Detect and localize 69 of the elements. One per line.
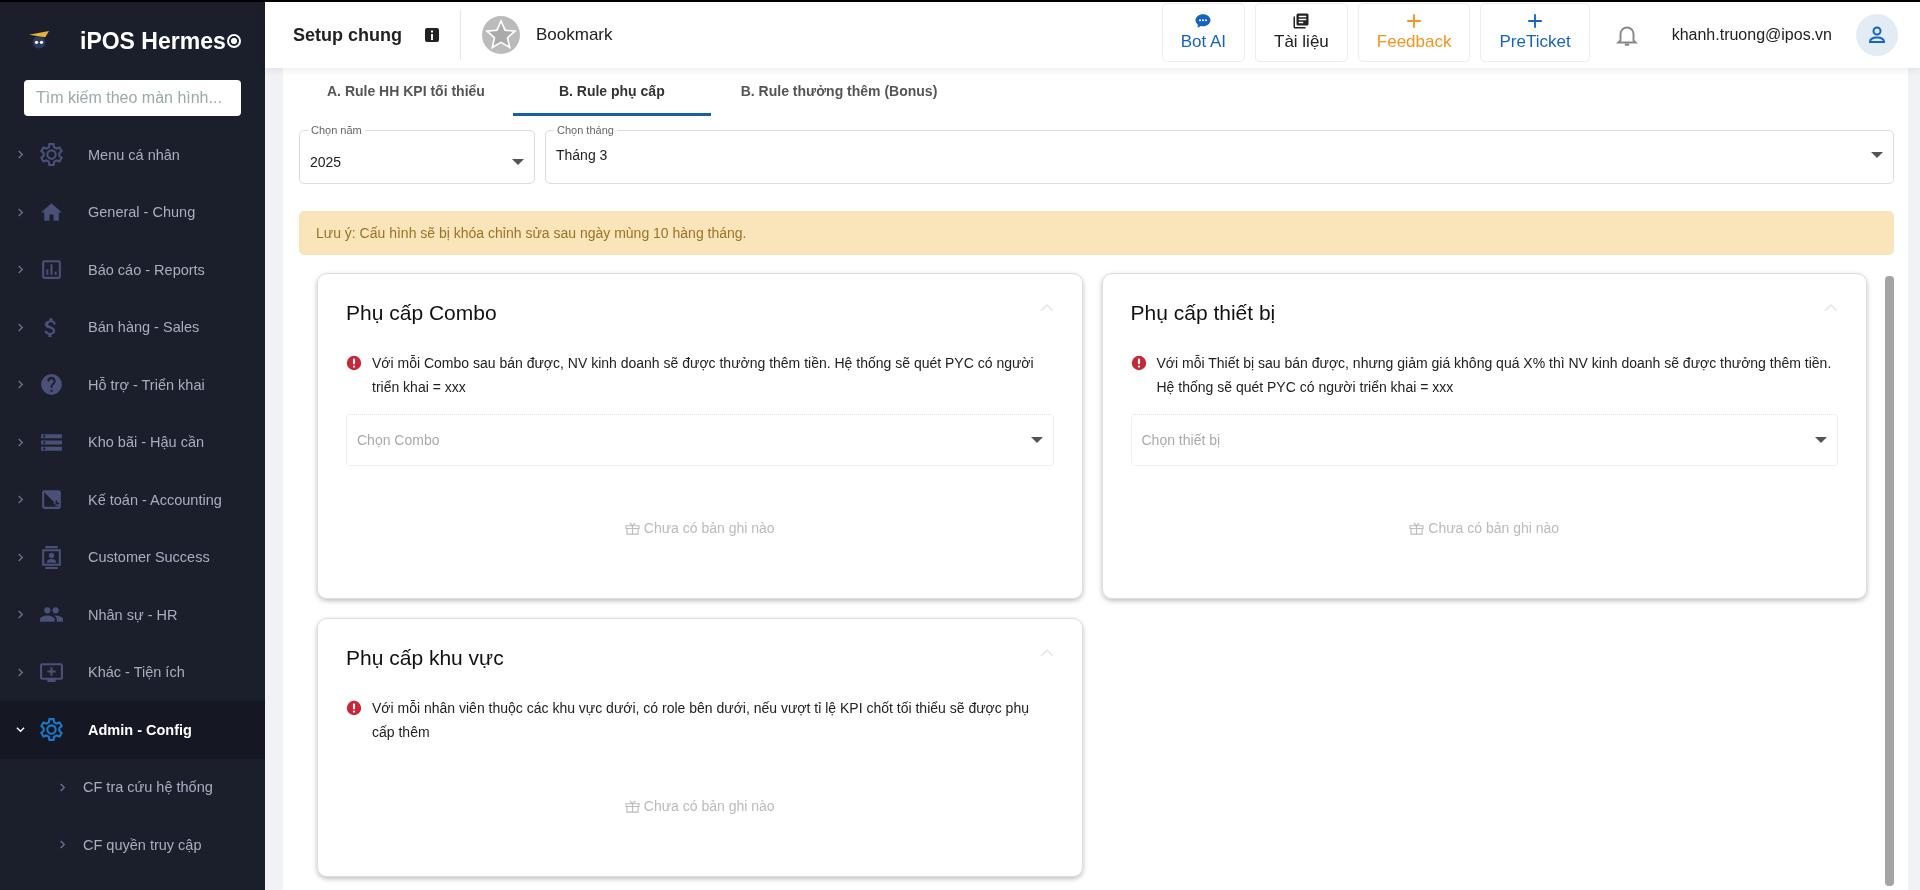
sidebar-item[interactable]: General - Chung <box>0 183 265 241</box>
toolbar-button[interactable]: Bot AI <box>1161 2 1245 62</box>
alert-icon <box>346 355 362 371</box>
gear-icon <box>39 717 64 743</box>
plus-icon <box>1526 12 1545 30</box>
collapse-chevron-icon <box>1039 649 1054 657</box>
alert-icon <box>1130 355 1147 371</box>
radio-icon[interactable] <box>227 34 241 48</box>
box-icon <box>1409 521 1425 535</box>
notice-banner: Lưu ý: Cấu hình sẽ bị khóa chỉnh sửa sau ngày mùng 10 hàng tháng. <box>299 211 1894 255</box>
sidebar-item[interactable]: Admin - Config <box>0 701 265 759</box>
page-title: Setup chung <box>293 24 402 46</box>
empty-message: Chưa có bản ghi nào <box>1428 520 1560 536</box>
chevron-right-icon <box>16 380 25 390</box>
tab[interactable]: B. Rule thưởng thêm (Bonus) <box>710 68 968 116</box>
tab[interactable]: A. Rule HH KPI tối thiểu <box>299 68 513 116</box>
sidebar-item[interactable]: Khác - Tiện ích <box>0 643 265 701</box>
card-title: Phụ cấp Combo <box>346 300 497 325</box>
contact-card-icon <box>39 544 64 570</box>
sidebar-item[interactable]: Kế toán - Accounting <box>0 471 265 529</box>
empty-message: Chưa có bản ghi nào <box>643 520 775 536</box>
plus-icon <box>1405 12 1424 30</box>
bookmark-label: Bookmark <box>536 25 613 45</box>
chevron-right-icon <box>16 322 25 332</box>
toolbar-button[interactable]: Tài liệu <box>1255 2 1348 62</box>
sidebar-subitem[interactable]: CF tra cứu hệ thống <box>0 758 265 816</box>
chevron-right-icon <box>58 840 67 850</box>
chevron-right-icon <box>16 207 25 217</box>
chat-icon <box>1194 12 1213 30</box>
note-text: Với mỗi nhân viên thuộc các khu vực dưới, có role bên dưới, nếu vượt tỉ lệ KPI chốt tối thiểu sẽ được phụ cấp thêm <box>372 699 1030 742</box>
chevron-right-icon <box>16 437 25 447</box>
chevron-right-icon <box>16 667 25 677</box>
collapse-chevron-icon <box>1039 304 1054 312</box>
note-text: Với mỗi Combo sau bán được, NV kinh doanh sẽ được thưởng thêm tiền. Hệ thống sẽ quét PYC có người triển khai = xxx <box>372 354 1035 397</box>
app-name: iPOS Hermes <box>80 27 227 55</box>
chevron-down-icon <box>16 725 25 735</box>
card-title: Phụ cấp thiết bị <box>1130 300 1276 325</box>
alert-icon <box>346 700 362 716</box>
user-email: khanh.truong@ipos.vn <box>1671 26 1832 44</box>
sidebar-item[interactable]: Nhân sự - HR <box>0 586 265 644</box>
empty-message: Chưa có bản ghi nào <box>643 798 775 814</box>
chevron-right-icon <box>58 782 67 792</box>
sidebar-item[interactable]: Menu cá nhân <box>0 126 265 184</box>
sidebar-item[interactable]: Hỗ trợ - Triển khai <box>0 356 265 414</box>
help-icon <box>39 372 64 398</box>
tab[interactable]: B. Rule phụ cấp <box>512 68 711 116</box>
search-field[interactable]: Tìm kiếm theo màn hình... <box>24 80 241 116</box>
collapse-chevron-icon <box>1824 304 1838 312</box>
gear-icon <box>39 142 64 168</box>
toolbar-button[interactable]: PreTicket <box>1480 2 1590 62</box>
chevron-right-icon <box>16 265 25 275</box>
scrollbar[interactable] <box>1885 276 1894 886</box>
books-icon <box>1292 12 1311 30</box>
sidebar-item[interactable]: Customer Success <box>0 528 265 586</box>
avatar[interactable] <box>1856 14 1898 56</box>
sidebar-item[interactable]: Báo cáo - Reports <box>0 241 265 299</box>
box-icon <box>624 521 640 535</box>
chevron-right-icon <box>16 552 25 562</box>
sidebar-subitem[interactable]: CF quyền truy cập <box>0 816 265 874</box>
chevron-right-icon <box>16 610 25 620</box>
note-text: Với mỗi Thiết bị sau bán được, nhưng giảm giá không quá X% thì NV kinh doanh sẽ được thưởng thêm tiền. Hệ thống sẽ quét PYC có người triển khai = xxx <box>1156 354 1833 397</box>
card-title: Phụ cấp khu vực <box>346 645 504 670</box>
chevron-right-icon <box>16 150 25 160</box>
chevron-right-icon <box>16 495 25 505</box>
sidebar-item[interactable]: Bán hàng - Sales <box>0 298 265 356</box>
star-badge-icon <box>481 15 521 55</box>
sidebar-item[interactable]: Kho bãi - Hậu cần <box>0 413 265 471</box>
info-icon <box>424 27 440 43</box>
box-icon <box>624 799 640 813</box>
